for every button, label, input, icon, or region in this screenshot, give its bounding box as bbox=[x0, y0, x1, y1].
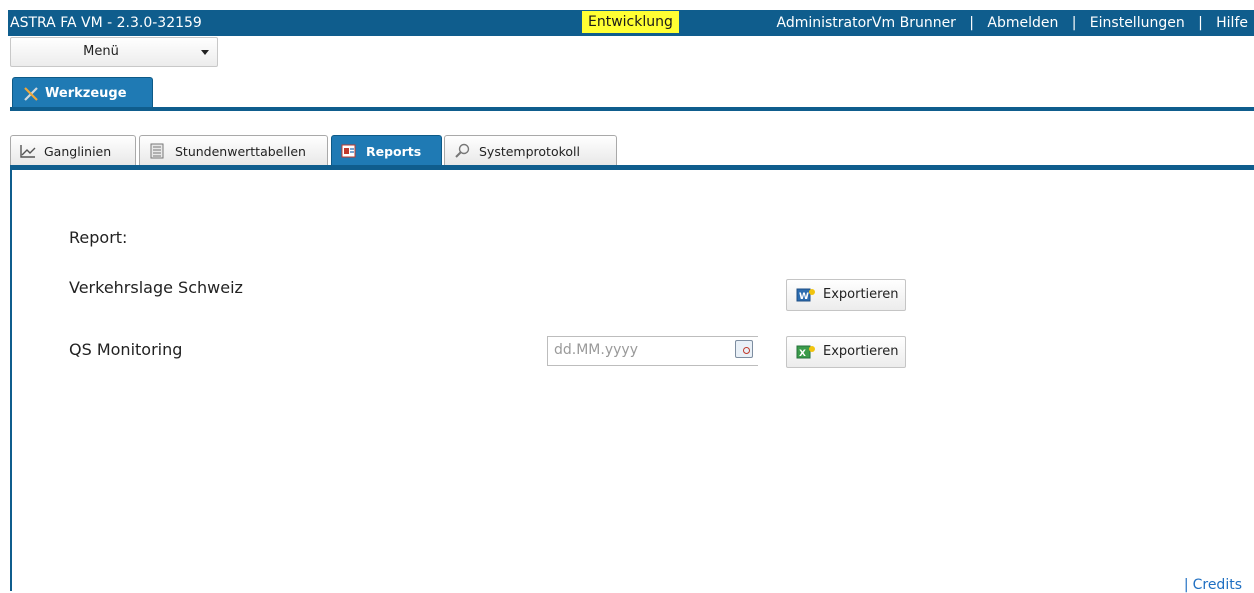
tab-label: Reports bbox=[366, 144, 422, 159]
separator: | bbox=[1071, 15, 1077, 31]
calendar-icon[interactable] bbox=[735, 340, 753, 358]
chevron-down-icon bbox=[201, 50, 209, 55]
tab-ganglinien[interactable]: Ganglinien bbox=[10, 135, 136, 165]
svg-text:W: W bbox=[799, 292, 809, 302]
environment-badge: Entwicklung bbox=[582, 11, 679, 33]
tab-label: Stundenwerttabellen bbox=[175, 144, 306, 159]
date-field bbox=[547, 336, 758, 366]
top-bar: ASTRA FA VM - 2.3.0-32159 Entwicklung Ad… bbox=[8, 10, 1254, 36]
sub-tab-divider bbox=[10, 165, 1254, 170]
button-label: Exportieren bbox=[823, 287, 899, 302]
separator: | bbox=[1198, 15, 1203, 31]
report-name-qs-monitoring: QS Monitoring bbox=[69, 340, 183, 359]
app-title: ASTRA FA VM - 2.3.0-32159 bbox=[10, 15, 202, 31]
user-name-link[interactable]: AdministratorVm Brunner bbox=[776, 15, 955, 31]
tools-icon bbox=[24, 87, 38, 101]
report-icon bbox=[341, 144, 356, 158]
word-export-icon: W bbox=[796, 288, 815, 302]
tab-systemprotokoll[interactable]: Systemprotokoll bbox=[444, 135, 617, 165]
export-verkehrslage-button[interactable]: W Exportieren bbox=[786, 279, 906, 311]
tab-label: Werkzeuge bbox=[45, 86, 127, 101]
button-label: Exportieren bbox=[823, 344, 899, 359]
separator: | bbox=[969, 15, 975, 31]
menu-dropdown[interactable]: Menü bbox=[10, 37, 218, 67]
help-link[interactable]: Hilfe bbox=[1216, 15, 1248, 31]
settings-link[interactable]: Einstellungen bbox=[1090, 15, 1185, 31]
tab-stundenwerttabellen[interactable]: Stundenwerttabellen bbox=[139, 135, 328, 165]
line-chart-icon bbox=[20, 145, 36, 158]
export-qs-monitoring-button[interactable]: X Exportieren bbox=[786, 336, 906, 368]
user-links: AdministratorVm Brunner | Abmelden | Ein… bbox=[776, 10, 1248, 36]
report-name-verkehrslage: Verkehrslage Schweiz bbox=[69, 278, 243, 297]
logout-link[interactable]: Abmelden bbox=[987, 15, 1058, 31]
tab-reports[interactable]: Reports bbox=[331, 135, 442, 165]
tab-bar-divider bbox=[10, 107, 1254, 111]
excel-export-icon: X bbox=[796, 345, 815, 359]
date-input[interactable] bbox=[548, 337, 734, 363]
menu-label: Menü bbox=[83, 44, 119, 59]
content-border bbox=[10, 170, 12, 591]
tab-werkzeuge[interactable]: Werkzeuge bbox=[12, 77, 153, 109]
report-heading: Report: bbox=[69, 228, 128, 247]
table-icon bbox=[150, 143, 164, 159]
search-icon bbox=[455, 143, 470, 158]
svg-text:X: X bbox=[799, 349, 806, 359]
tab-label: Ganglinien bbox=[44, 144, 112, 159]
tab-label: Systemprotokoll bbox=[479, 144, 580, 159]
